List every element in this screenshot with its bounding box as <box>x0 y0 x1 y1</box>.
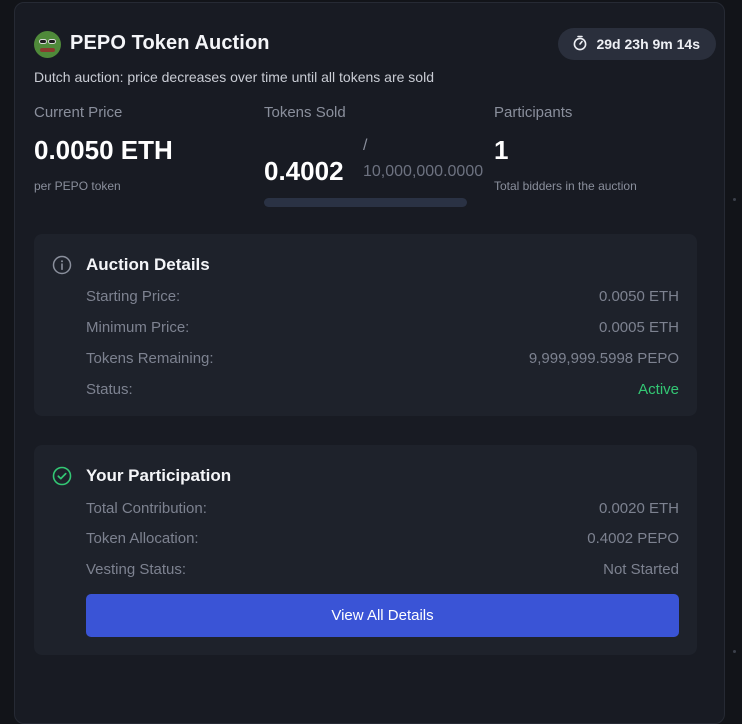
tokens-sold-label: Tokens Sold <box>264 104 346 121</box>
vesting-status-value: Not Started <box>603 561 679 578</box>
stopwatch-icon <box>572 35 588 54</box>
participants-value: 1 <box>494 135 509 165</box>
auction-details-title: Auction Details <box>86 255 210 274</box>
vesting-status-label: Vesting Status: <box>86 561 187 578</box>
status-label: Status: <box>86 381 133 398</box>
pepe-logo-icon <box>34 31 61 58</box>
tokens-remaining-value: 9,999,999.5998 PEPO <box>528 350 679 367</box>
current-price-value: 0.0050 ETH <box>34 135 173 165</box>
auction-header: PEPO Token Auction 29d 23h 9m 14s <box>34 28 716 60</box>
tokens-sold-progress <box>264 198 467 207</box>
starting-price-label: Starting Price: <box>86 288 181 305</box>
info-icon <box>52 255 72 275</box>
current-price-label: Current Price <box>34 104 123 121</box>
tokens-sold-value: 0.4002 <box>264 156 344 186</box>
participants-label: Participants <box>494 104 573 121</box>
tokens-sold-separator: / <box>363 137 368 154</box>
total-contribution-value: 0.0020 ETH <box>598 500 679 517</box>
total-contribution-label: Total Contribution: <box>86 500 207 517</box>
scroll-dot <box>733 650 736 653</box>
token-allocation-value: 0.4002 PEPO <box>587 530 679 547</box>
auction-subtitle: Dutch auction: price decreases over time… <box>34 69 434 85</box>
tokens-total-value: 10,000,000.0000 <box>363 163 484 180</box>
minimum-price-value: 0.0005 ETH <box>598 319 679 336</box>
minimum-price-label: Minimum Price: <box>86 319 190 336</box>
participation-title: Your Participation <box>86 466 232 485</box>
starting-price-value: 0.0050 ETH <box>598 288 679 305</box>
status-badge: Active <box>638 381 679 398</box>
token-allocation-label: Token Allocation: <box>86 530 199 547</box>
scroll-dot <box>733 198 736 201</box>
view-all-details-button[interactable]: View All Details <box>86 594 679 637</box>
tokens-remaining-label: Tokens Remaining: <box>86 350 214 367</box>
current-price-note: per PEPO token <box>34 179 121 193</box>
page-title: PEPO Token Auction <box>70 32 270 54</box>
timer-text: 29d 23h 9m 14s <box>596 36 700 52</box>
check-circle-icon <box>52 466 72 486</box>
participants-note: Total bidders in the auction <box>494 179 637 193</box>
countdown-timer: 29d 23h 9m 14s <box>558 28 716 60</box>
